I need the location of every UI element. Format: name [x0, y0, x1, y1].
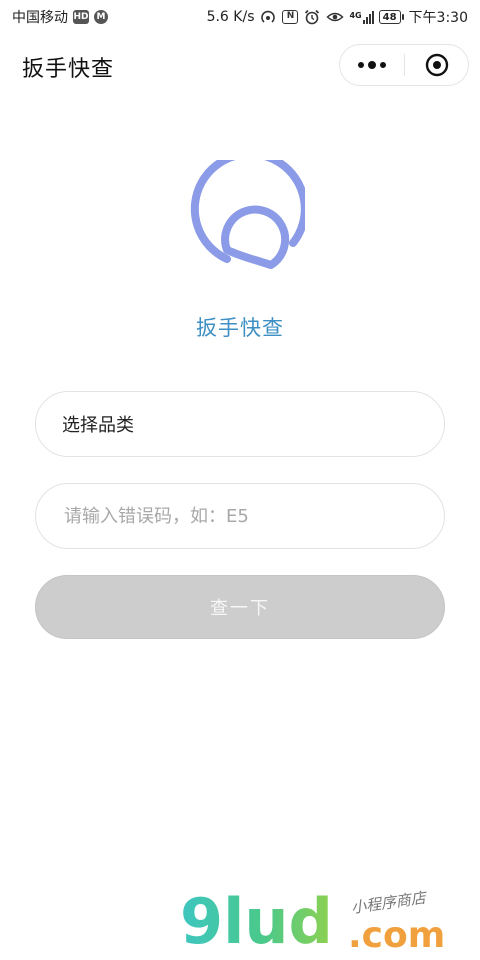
nav-bar: 扳手快查: [0, 40, 480, 90]
eye-icon: [326, 12, 345, 22]
status-bar-left: 中国移动 HD M: [12, 7, 108, 27]
more-dot-icon: [358, 62, 364, 68]
error-code-field: [35, 483, 445, 549]
carrier-name: 中国移动: [12, 10, 68, 26]
close-mini-program-button[interactable]: [405, 44, 468, 86]
hd-badge: HD: [73, 10, 89, 24]
notification-m-icon: M: [94, 10, 108, 24]
error-code-input[interactable]: [62, 504, 418, 528]
site-watermark-logo: 9lud .com 小程序商店: [180, 885, 445, 955]
app-name: 扳手快查: [196, 316, 284, 340]
query-button-label: 查一下: [210, 598, 270, 619]
status-bar: 中国移动 HD M 5.6 K/s N 4G 48 下午3:30: [0, 0, 480, 34]
target-close-icon: [425, 53, 448, 77]
category-picker[interactable]: 选择品类: [35, 391, 445, 457]
watermark-domain: .com: [348, 915, 445, 955]
network-type-label: 4G: [349, 10, 362, 20]
watermark-brand: 9lud: [180, 885, 333, 955]
nfc-icon: N: [282, 10, 299, 24]
status-bar-right: 5.6 K/s N 4G 48 下午3:30: [207, 7, 468, 27]
mini-program-capsule: [339, 44, 469, 86]
battery-indicator: 48: [378, 10, 404, 24]
more-dot-icon: [368, 61, 376, 69]
more-menu-button[interactable]: [340, 44, 404, 86]
app-logo-icon: [190, 160, 305, 269]
status-time: 下午3:30: [408, 10, 468, 26]
query-button[interactable]: 查一下: [35, 575, 445, 639]
signal-icon: 4G: [349, 10, 374, 24]
category-picker-label: 选择品类: [62, 415, 134, 436]
hotspot-icon: [261, 10, 276, 23]
page-title: 扳手快查: [22, 57, 115, 82]
alarm-clock-icon: [305, 9, 320, 25]
watermark-slogan: 小程序商店: [350, 888, 429, 917]
more-dot-icon: [380, 62, 386, 68]
network-speed: 5.6 K/s: [206, 9, 255, 25]
